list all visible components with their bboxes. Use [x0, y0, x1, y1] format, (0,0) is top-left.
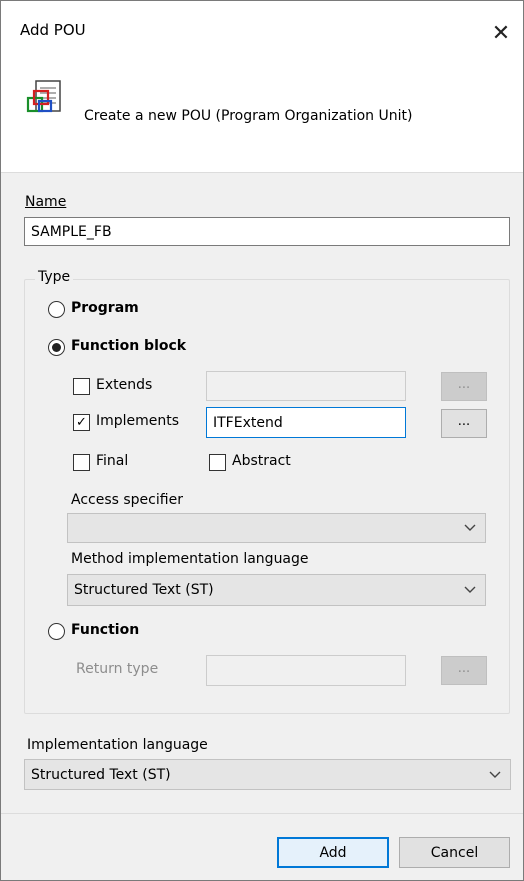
name-input[interactable]: SAMPLE_FB: [24, 217, 510, 246]
abstract-checkbox[interactable]: [209, 454, 226, 471]
program-radio[interactable]: [48, 301, 65, 318]
implements-input-value: ITFExtend: [213, 414, 283, 431]
footer-separator: [1, 813, 523, 814]
add-pou-dialog: Add POU ✕ Create a new POU (Program Orga…: [0, 0, 524, 881]
type-legend-text: Type: [38, 269, 71, 285]
extends-browse-label: ...: [457, 377, 471, 392]
extends-input[interactable]: [206, 371, 406, 401]
program-label[interactable]: Program: [71, 300, 139, 316]
implements-browse-label: ...: [457, 414, 471, 429]
name-label-text: Name: [25, 194, 67, 210]
implementation-language-dropdown[interactable]: Structured Text (ST): [24, 759, 511, 790]
implements-label[interactable]: Implements: [96, 413, 179, 429]
extends-browse-button[interactable]: ...: [441, 372, 487, 401]
add-button-label: Add: [319, 844, 347, 861]
return-type-browse-label: ...: [457, 661, 471, 676]
method-lang-label: Method implementation language: [71, 551, 309, 567]
extends-checkbox[interactable]: [73, 378, 90, 395]
access-specifier-label: Access specifier: [71, 492, 183, 508]
window-title: Add POU: [20, 21, 86, 39]
method-lang-value: Structured Text (ST): [74, 582, 214, 598]
pou-icon: [26, 80, 61, 113]
type-legend: Type: [35, 269, 74, 285]
function-radio[interactable]: [48, 623, 65, 640]
return-type-input[interactable]: [206, 655, 406, 686]
cancel-button[interactable]: Cancel: [399, 837, 510, 868]
name-label: Name: [25, 194, 66, 210]
chevron-down-icon: [489, 771, 501, 778]
extends-label[interactable]: Extends: [96, 377, 152, 393]
header-description: Create a new POU (Program Organization U…: [84, 108, 413, 124]
chevron-down-icon: [464, 524, 476, 531]
close-icon: ✕: [491, 20, 511, 46]
implements-browse-button[interactable]: ...: [441, 409, 487, 438]
method-lang-dropdown[interactable]: Structured Text (ST): [67, 574, 486, 606]
cancel-button-label: Cancel: [430, 844, 479, 861]
function-block-radio[interactable]: [48, 339, 65, 356]
abstract-label[interactable]: Abstract: [232, 453, 291, 469]
function-block-label[interactable]: Function block: [71, 338, 186, 354]
final-checkbox[interactable]: [73, 454, 90, 471]
function-label[interactable]: Function: [71, 622, 139, 638]
implements-input[interactable]: ITFExtend: [206, 407, 406, 438]
chevron-down-icon: [464, 586, 476, 593]
access-specifier-dropdown[interactable]: [67, 513, 486, 543]
return-type-browse-button[interactable]: ...: [441, 656, 487, 685]
header-band: Create a new POU (Program Organization U…: [1, 61, 523, 173]
name-input-value: SAMPLE_FB: [31, 223, 112, 240]
implementation-language-value: Structured Text (ST): [31, 766, 171, 783]
add-button[interactable]: Add: [277, 837, 389, 868]
checkmark-icon: ✓: [76, 415, 87, 430]
implements-checkbox[interactable]: ✓: [73, 414, 90, 431]
title-bar: Add POU ✕: [1, 1, 523, 61]
final-label[interactable]: Final: [96, 453, 128, 469]
return-type-label: Return type: [76, 661, 159, 677]
implementation-language-label: Implementation language: [27, 737, 208, 753]
close-button[interactable]: ✕: [483, 15, 519, 51]
